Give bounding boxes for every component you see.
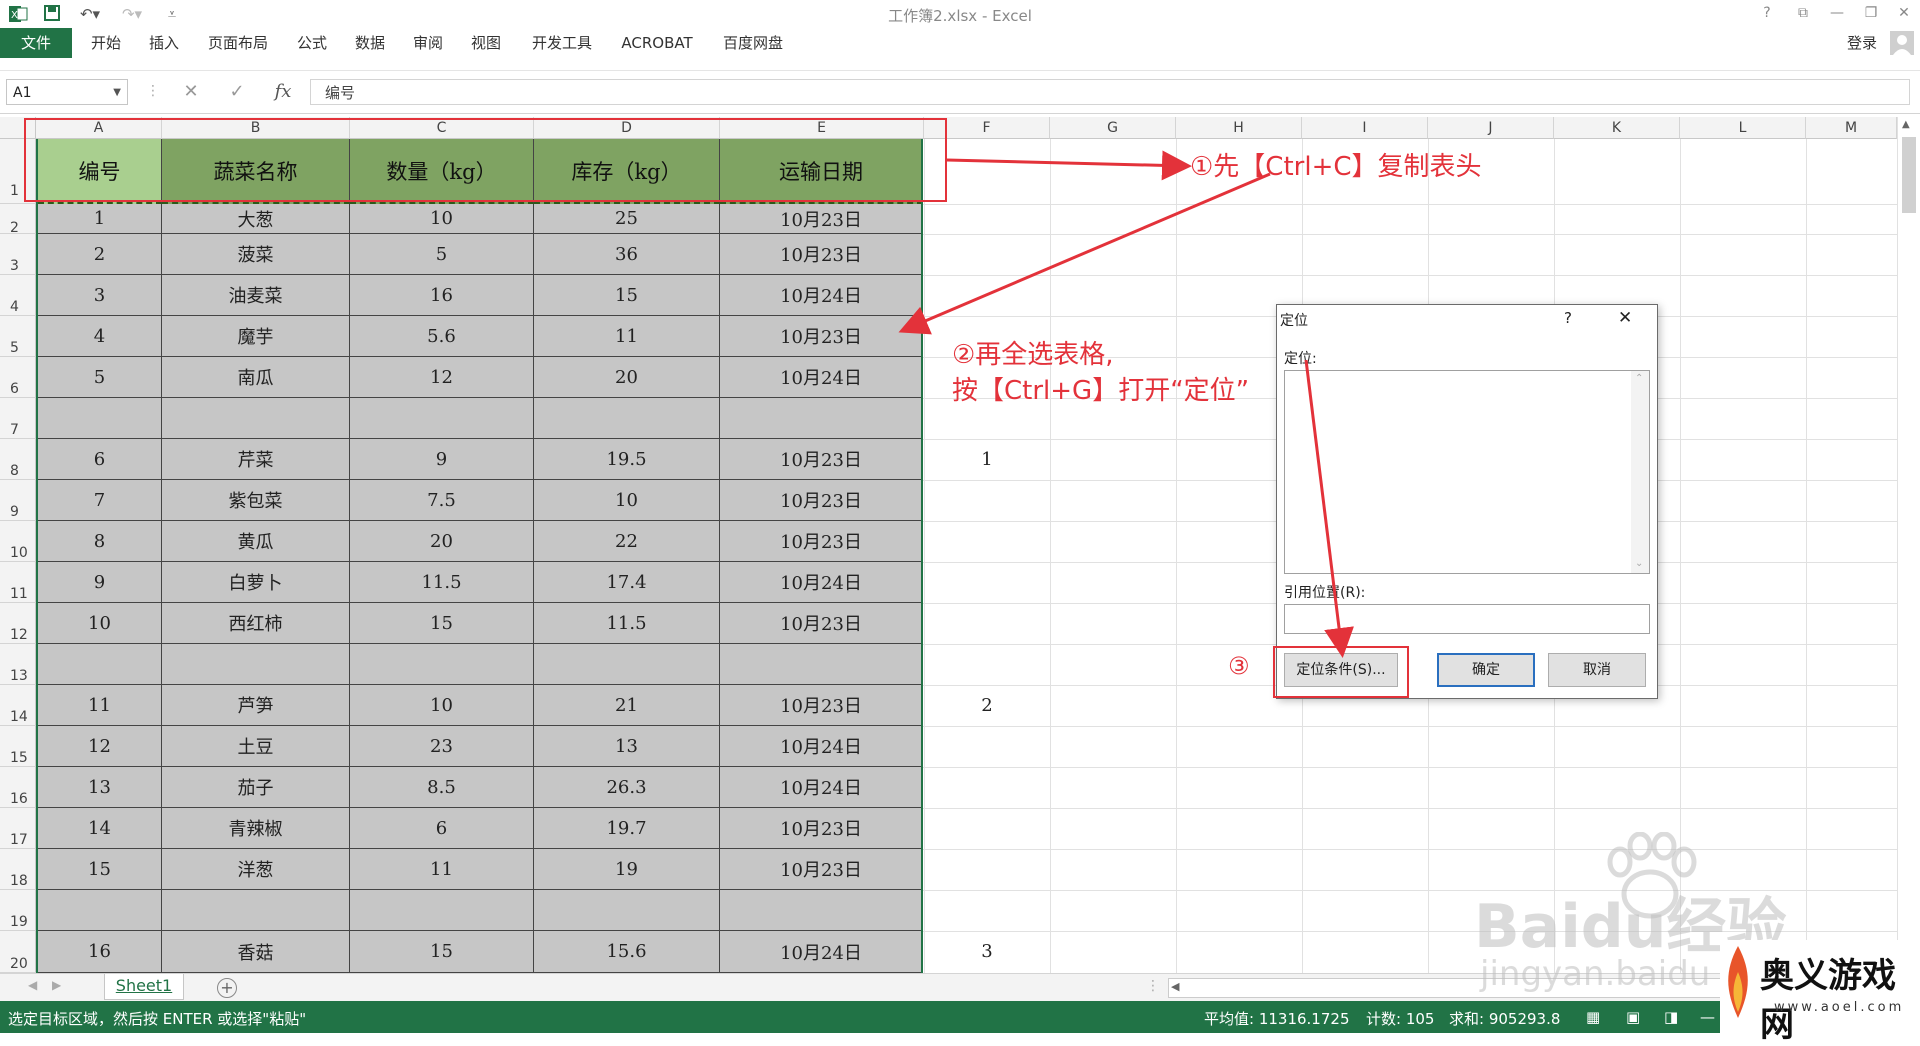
arrow-step1 [946,150,1192,181]
annotation-step2-line2: 按【Ctrl+G】打开“定位” [952,376,1250,406]
site-logo-url: www.aoel.com [1774,1000,1905,1015]
arrow-step2 [898,172,1271,335]
site-logo-text: 奥义游戏网 [1760,956,1896,1045]
site-flame-icon [1720,942,1756,1022]
arrow-step3 [1304,359,1354,658]
site-logo-badge: 奥义游戏网 www.aoel.com [1720,940,1920,1045]
annotation-step2-line1: ②再全选表格, [952,340,1114,370]
watermark-url: jingyan.baidu [1480,954,1711,994]
annotation-step1: ①先【Ctrl+C】复制表头 [1190,152,1482,182]
annotation-step3: ③ [1228,652,1250,680]
